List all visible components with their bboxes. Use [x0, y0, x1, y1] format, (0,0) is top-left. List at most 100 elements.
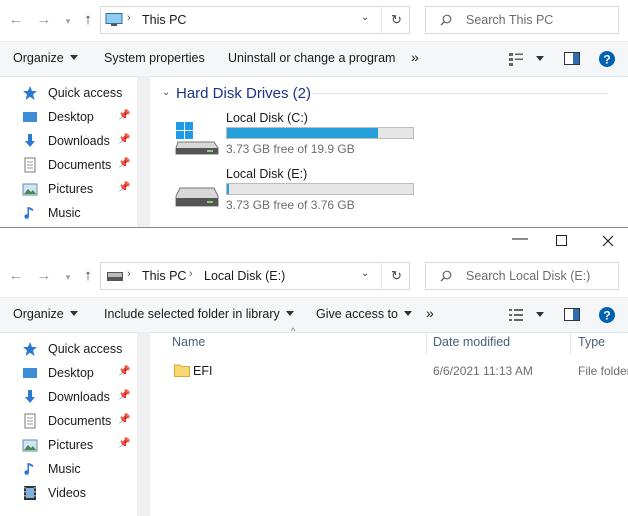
help-icon[interactable]: ?: [598, 306, 616, 324]
forward-arrow-icon[interactable]: →: [36, 12, 52, 28]
chevron-down-icon: [69, 55, 78, 60]
help-icon[interactable]: ?: [598, 50, 616, 68]
system-properties-button[interactable]: System properties: [104, 51, 205, 65]
nav-pictures[interactable]: Pictures 📌: [18, 434, 140, 456]
file-date-modified: 6/6/2021 11:13 AM: [433, 364, 533, 378]
breadcrumb-this-pc[interactable]: This PC: [142, 269, 186, 283]
up-arrow-icon[interactable]: ↑: [80, 12, 96, 28]
videos-icon: [24, 486, 36, 500]
nav-downloads[interactable]: Downloads 📌: [18, 130, 140, 152]
include-in-library-button[interactable]: Include selected folder in library: [104, 307, 294, 321]
column-divider[interactable]: [570, 332, 571, 354]
pin-icon: 📌: [118, 182, 131, 193]
nav-desktop[interactable]: Desktop 📌: [18, 106, 140, 128]
recent-locations-chevron-icon[interactable]: ▾: [60, 269, 76, 285]
drive-usage-bar: [226, 183, 414, 195]
nav-scrollbar[interactable]: [137, 332, 150, 516]
search-icon: [440, 270, 452, 282]
nav-videos[interactable]: Videos: [18, 482, 140, 504]
documents-icon: [24, 157, 36, 173]
sort-ascending-icon: ^: [291, 326, 296, 336]
address-dropdown-chevron-icon[interactable]: ⌄: [361, 12, 369, 23]
breadcrumb-local-disk-e[interactable]: Local Disk (E:): [204, 269, 285, 283]
refresh-icon[interactable]: ↻: [391, 12, 402, 28]
drive-item-c[interactable]: Local Disk (C:) 3.73 GB free of 19.9 GB: [170, 110, 430, 160]
nav-music[interactable]: Music: [18, 202, 140, 224]
search-input[interactable]: Search Local Disk (E:): [425, 262, 619, 290]
back-arrow-icon[interactable]: ←: [8, 268, 24, 284]
organize-button[interactable]: Organize: [13, 51, 78, 65]
address-dropdown-chevron-icon[interactable]: ⌄: [361, 268, 369, 279]
forward-arrow-icon[interactable]: →: [36, 268, 52, 284]
nav-label: Pictures: [48, 438, 94, 452]
view-options-icon[interactable]: [508, 52, 524, 66]
nav-music[interactable]: Music: [18, 458, 140, 480]
close-icon[interactable]: [602, 235, 614, 247]
collapse-chevron-icon[interactable]: ⌄: [162, 87, 170, 98]
recent-locations-chevron-icon[interactable]: ▾: [60, 13, 76, 29]
divider: [381, 7, 382, 33]
preview-pane-icon[interactable]: [564, 308, 580, 321]
minimize-icon[interactable]: —: [512, 230, 528, 248]
navigation-pane: Quick access Desktop 📌 Downloads 📌 Docum…: [0, 332, 140, 516]
address-bar[interactable]: › This PC › Local Disk (E:) ⌄ ↻: [100, 262, 410, 290]
refresh-icon[interactable]: ↻: [391, 268, 402, 284]
star-icon: [23, 86, 37, 100]
include-label: Include selected folder in library: [104, 307, 280, 321]
pin-icon: 📌: [118, 134, 131, 145]
nav-quick-access[interactable]: Quick access: [18, 82, 140, 104]
breadcrumb-chevron-icon[interactable]: ›: [127, 268, 131, 280]
drive-usage-fill: [227, 184, 229, 194]
download-icon: [25, 134, 35, 147]
pin-icon: 📌: [118, 438, 131, 449]
column-header-type[interactable]: Type: [578, 335, 605, 349]
back-arrow-icon[interactable]: ←: [8, 12, 24, 28]
breadcrumb-chevron-icon[interactable]: ›: [189, 268, 193, 280]
section-divider: [312, 93, 608, 94]
nav-label: Quick access: [48, 342, 123, 356]
column-divider[interactable]: [426, 332, 427, 354]
more-commands-button[interactable]: »: [426, 305, 434, 321]
table-row[interactable]: EFI 6/6/2021 11:13 AM File folder: [166, 360, 628, 382]
svg-text:?: ?: [603, 309, 610, 323]
drive-item-e[interactable]: Local Disk (E:) 3.73 GB free of 3.76 GB: [170, 166, 430, 216]
nav-downloads[interactable]: Downloads 📌: [18, 386, 140, 408]
view-chevron-icon[interactable]: [536, 56, 544, 61]
nav-label: Quick access: [48, 86, 123, 100]
search-placeholder: Search This PC: [466, 13, 554, 27]
window-this-pc: ← → ▾ ↑ › This PC ⌄ ↻ Search This PC Org…: [0, 0, 628, 228]
section-header-hard-disk-drives[interactable]: Hard Disk Drives (2): [176, 85, 311, 102]
nav-desktop[interactable]: Desktop 📌: [18, 362, 140, 384]
nav-label: Documents: [48, 414, 112, 428]
up-arrow-icon[interactable]: ↑: [80, 268, 96, 284]
nav-pictures[interactable]: Pictures 📌: [18, 178, 140, 200]
nav-documents[interactable]: Documents 📌: [18, 154, 140, 176]
desktop-icon: [23, 368, 37, 378]
breadcrumb-chevron-icon[interactable]: ›: [127, 12, 131, 24]
organize-button[interactable]: Organize: [13, 307, 78, 321]
column-header-date-modified[interactable]: Date modified: [433, 335, 510, 349]
maximize-icon[interactable]: [556, 235, 567, 246]
pictures-icon: [22, 439, 38, 452]
command-bar: Organize System properties Uninstall or …: [0, 41, 628, 77]
nav-scrollbar[interactable]: [137, 76, 150, 228]
search-placeholder: Search Local Disk (E:): [466, 269, 591, 283]
column-header-name[interactable]: Name: [172, 335, 205, 349]
preview-pane-icon[interactable]: [564, 52, 580, 65]
uninstall-program-button[interactable]: Uninstall or change a program: [228, 51, 395, 65]
file-name: EFI: [193, 364, 213, 378]
chevron-down-icon: [69, 311, 78, 316]
give-access-button[interactable]: Give access to: [316, 307, 412, 321]
breadcrumb-this-pc[interactable]: This PC: [142, 13, 186, 27]
address-bar[interactable]: › This PC ⌄ ↻: [100, 6, 410, 34]
music-icon: [24, 207, 33, 219]
svg-text:?: ?: [603, 53, 610, 67]
nav-quick-access[interactable]: Quick access: [18, 338, 140, 360]
view-options-icon[interactable]: [508, 308, 524, 322]
drive-name: Local Disk (E:): [226, 167, 308, 181]
view-chevron-icon[interactable]: [536, 312, 544, 317]
search-input[interactable]: Search This PC: [425, 6, 619, 34]
drive-name: Local Disk (C:): [226, 111, 308, 125]
nav-documents[interactable]: Documents 📌: [18, 410, 140, 432]
more-commands-button[interactable]: »: [411, 49, 419, 65]
